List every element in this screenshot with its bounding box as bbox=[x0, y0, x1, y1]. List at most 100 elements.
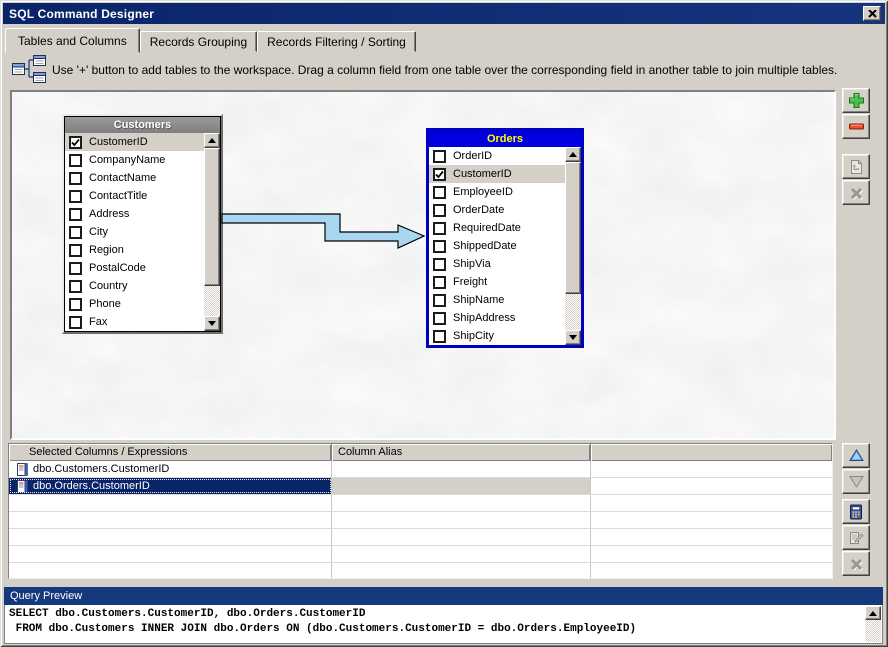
column-row-customerid[interactable]: CustomerID bbox=[65, 133, 204, 151]
column-row-shipcity[interactable]: ShipCity bbox=[429, 327, 565, 345]
checkbox-unchecked[interactable] bbox=[69, 190, 82, 203]
remove-expression-button[interactable] bbox=[842, 551, 870, 576]
grid-empty-row[interactable] bbox=[9, 563, 832, 579]
grid-header-extra[interactable] bbox=[591, 444, 832, 461]
grid-cell-c3[interactable] bbox=[591, 563, 832, 579]
checkbox-unchecked[interactable] bbox=[69, 262, 82, 275]
checkbox-unchecked[interactable] bbox=[69, 244, 82, 257]
grid-cell-c1[interactable] bbox=[9, 512, 332, 528]
title-bar[interactable]: SQL Command Designer bbox=[3, 3, 885, 24]
grid-cell-c3[interactable] bbox=[591, 478, 832, 494]
grid-cell-c2[interactable] bbox=[332, 546, 591, 562]
grid-header-expressions[interactable]: Selected Columns / Expressions bbox=[9, 444, 332, 461]
column-row-shipvia[interactable]: ShipVia bbox=[429, 255, 565, 273]
orders-scrollbar[interactable] bbox=[565, 147, 581, 345]
grid-row[interactable]: dbo.Customers.CustomerID bbox=[9, 461, 832, 478]
column-row-country[interactable]: Country bbox=[65, 277, 204, 295]
grid-header-alias[interactable]: Column Alias bbox=[332, 444, 591, 461]
grid-cell-c2[interactable] bbox=[332, 461, 591, 477]
table-properties-button[interactable] bbox=[842, 154, 870, 179]
grid-cell-c3[interactable] bbox=[591, 529, 832, 545]
tab-tables-and-columns[interactable]: Tables and Columns bbox=[5, 28, 140, 53]
grid-cell-c2[interactable] bbox=[332, 512, 591, 528]
grid-cell-c2[interactable] bbox=[332, 495, 591, 511]
grid-empty-row[interactable] bbox=[9, 495, 832, 512]
column-row-region[interactable]: Region bbox=[65, 241, 204, 259]
query-preview-panel[interactable]: SELECT dbo.Customers.CustomerID, dbo.Ord… bbox=[4, 605, 883, 644]
grid-cell-c1[interactable]: dbo.Orders.CustomerID bbox=[9, 478, 332, 494]
column-row-contactname[interactable]: ContactName bbox=[65, 169, 204, 187]
checkbox-unchecked[interactable] bbox=[433, 294, 446, 307]
column-row-companyname[interactable]: CompanyName bbox=[65, 151, 204, 169]
scroll-down-button[interactable] bbox=[204, 316, 220, 331]
table-caption-customers[interactable]: Customers bbox=[65, 117, 220, 133]
grid-cell-c2[interactable] bbox=[332, 563, 591, 579]
grid-empty-row[interactable] bbox=[9, 512, 832, 529]
table-orders[interactable]: Orders OrderIDCustomerIDEmployeeIDOrderD… bbox=[426, 128, 584, 348]
move-up-button[interactable] bbox=[842, 443, 870, 468]
grid-cell-c2[interactable] bbox=[332, 529, 591, 545]
column-row-freight[interactable]: Freight bbox=[429, 273, 565, 291]
grid-cell-c3[interactable] bbox=[591, 461, 832, 477]
column-row-shipname[interactable]: ShipName bbox=[429, 291, 565, 309]
checkbox-unchecked[interactable] bbox=[433, 222, 446, 235]
grid-cell-c3[interactable] bbox=[591, 546, 832, 562]
grid-cell-c1[interactable] bbox=[9, 529, 332, 545]
grid-cell-c3[interactable] bbox=[591, 495, 832, 511]
scroll-thumb[interactable] bbox=[565, 162, 581, 294]
checkbox-unchecked[interactable] bbox=[69, 280, 82, 293]
grid-cell-c1[interactable] bbox=[9, 495, 332, 511]
checkbox-unchecked[interactable] bbox=[69, 316, 82, 329]
table-customers[interactable]: Customers CustomerIDCompanyNameContactNa… bbox=[62, 114, 223, 334]
checkbox-unchecked[interactable] bbox=[69, 172, 82, 185]
checkbox-unchecked[interactable] bbox=[69, 208, 82, 221]
column-row-customerid[interactable]: CustomerID bbox=[429, 165, 565, 183]
column-row-contacttitle[interactable]: ContactTitle bbox=[65, 187, 204, 205]
workspace[interactable]: Customers CustomerIDCompanyNameContactNa… bbox=[10, 90, 836, 440]
column-row-address[interactable]: Address bbox=[65, 205, 204, 223]
join-arrow[interactable] bbox=[217, 207, 432, 257]
tab-records-grouping[interactable]: Records Grouping bbox=[140, 31, 257, 52]
close-button[interactable] bbox=[863, 6, 881, 21]
scroll-up-button[interactable] bbox=[865, 606, 881, 620]
column-row-orderdate[interactable]: OrderDate bbox=[429, 201, 565, 219]
checkbox-checked[interactable] bbox=[433, 168, 446, 181]
column-row-city[interactable]: City bbox=[65, 223, 204, 241]
grid-cell-c2[interactable] bbox=[332, 478, 591, 494]
column-row-shippeddate[interactable]: ShippedDate bbox=[429, 237, 565, 255]
query-scrollbar[interactable] bbox=[865, 606, 881, 642]
checkbox-checked[interactable] bbox=[69, 136, 82, 149]
scroll-up-button[interactable] bbox=[204, 133, 220, 148]
expression-builder-button[interactable] bbox=[842, 499, 870, 524]
column-row-postalcode[interactable]: PostalCode bbox=[65, 259, 204, 277]
selected-columns-grid[interactable]: Selected Columns / Expressions Column Al… bbox=[8, 443, 833, 579]
tab-records-filtering-sorting[interactable]: Records Filtering / Sorting bbox=[257, 31, 416, 52]
checkbox-unchecked[interactable] bbox=[433, 276, 446, 289]
grid-cell-c1[interactable] bbox=[9, 563, 332, 579]
checkbox-unchecked[interactable] bbox=[433, 186, 446, 199]
checkbox-unchecked[interactable] bbox=[433, 330, 446, 343]
checkbox-unchecked[interactable] bbox=[69, 154, 82, 167]
checkbox-unchecked[interactable] bbox=[433, 258, 446, 271]
grid-cell-c3[interactable] bbox=[591, 512, 832, 528]
scroll-down-button[interactable] bbox=[565, 330, 581, 345]
move-down-button[interactable] bbox=[842, 469, 870, 494]
table-caption-orders[interactable]: Orders bbox=[429, 131, 581, 147]
grid-empty-row[interactable] bbox=[9, 529, 832, 546]
column-row-fax[interactable]: Fax bbox=[65, 313, 204, 331]
column-row-orderid[interactable]: OrderID bbox=[429, 147, 565, 165]
edit-expression-button[interactable] bbox=[842, 525, 870, 550]
column-row-employeeid[interactable]: EmployeeID bbox=[429, 183, 565, 201]
column-row-requireddate[interactable]: RequiredDate bbox=[429, 219, 565, 237]
column-row-shipaddress[interactable]: ShipAddress bbox=[429, 309, 565, 327]
grid-cell-c1[interactable]: dbo.Customers.CustomerID bbox=[9, 461, 332, 477]
checkbox-unchecked[interactable] bbox=[69, 226, 82, 239]
checkbox-unchecked[interactable] bbox=[433, 312, 446, 325]
checkbox-unchecked[interactable] bbox=[433, 240, 446, 253]
scroll-up-button[interactable] bbox=[565, 147, 581, 162]
checkbox-unchecked[interactable] bbox=[433, 204, 446, 217]
column-row-phone[interactable]: Phone bbox=[65, 295, 204, 313]
delete-item-button[interactable] bbox=[842, 180, 870, 205]
grid-empty-row[interactable] bbox=[9, 546, 832, 563]
add-table-button[interactable] bbox=[842, 88, 870, 113]
